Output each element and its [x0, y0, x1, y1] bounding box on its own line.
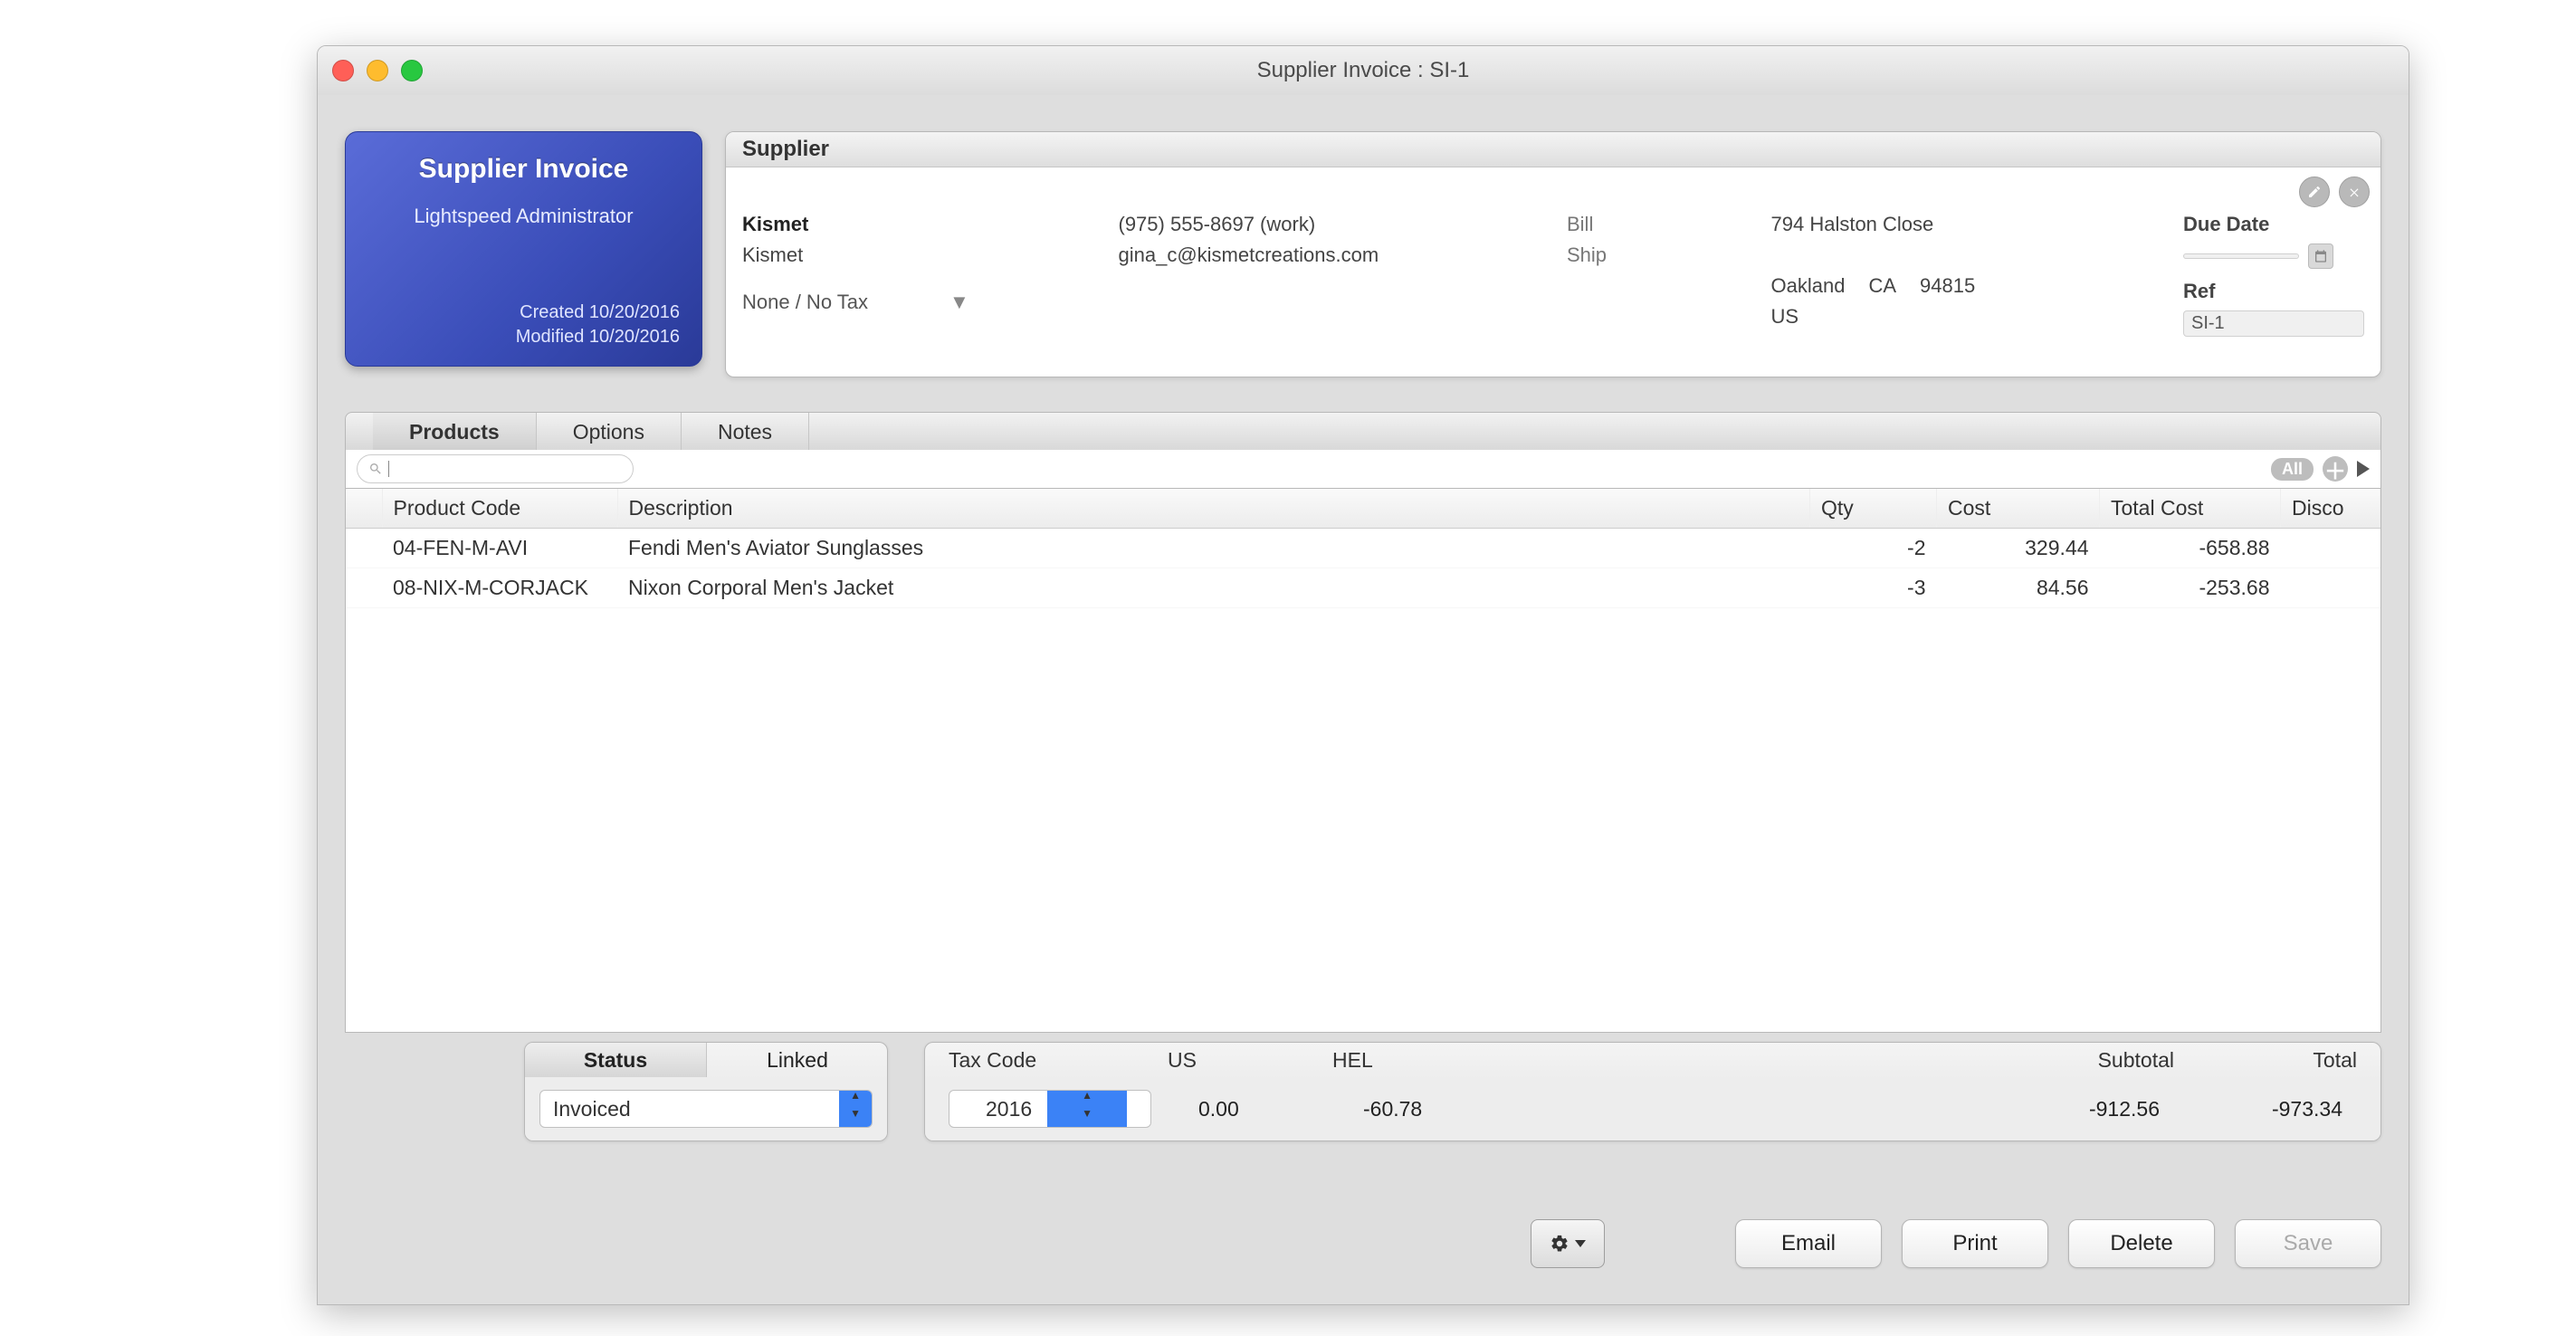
print-button[interactable]: Print: [1902, 1219, 2048, 1268]
created-value: 10/20/2016: [589, 302, 680, 322]
document-type-title: Supplier Invoice: [367, 154, 680, 185]
cell-qty: -2: [1810, 529, 1937, 568]
cell-code: 08-NIX-M-CORJACK: [382, 568, 617, 608]
totals-segment: Tax Code US HEL Subtotal Total 2016 ▲▼: [924, 1042, 2381, 1141]
supplier-name-1: Kismet: [742, 213, 808, 235]
tax-code-label: Tax Code: [925, 1043, 1144, 1077]
tax-code-select[interactable]: 2016 ▲▼: [949, 1090, 1151, 1128]
cell-desc: Nixon Corporal Men's Jacket: [617, 568, 1810, 608]
actions-menu-button[interactable]: [1531, 1219, 1605, 1268]
updown-stepper-icon: ▲▼: [1047, 1091, 1127, 1127]
cell-cost: 84.56: [1937, 568, 2100, 608]
tax-code-select-value: 2016: [973, 1097, 1047, 1121]
supplier-panel-header: Supplier: [726, 132, 2380, 167]
cell-disc: [2281, 529, 2380, 568]
hel-value: -60.78: [1340, 1097, 1522, 1121]
addr-zip: 94815: [1920, 274, 1975, 298]
supplier-email: gina_c@kismetcreations.com: [1119, 243, 1426, 267]
col-qty[interactable]: Qty: [1810, 489, 1937, 529]
due-date-label: Due Date: [2183, 213, 2364, 236]
table-row[interactable]: 04-FEN-M-AVI Fendi Men's Aviator Sunglas…: [346, 529, 2380, 568]
table-header-row: Product Code Description Qty Cost Total …: [346, 489, 2380, 529]
total-label: Total: [2198, 1043, 2380, 1077]
play-next-icon[interactable]: [2357, 461, 2370, 477]
tax-dropdown[interactable]: None / No Tax ▼: [742, 291, 978, 314]
document-user: Lightspeed Administrator: [367, 205, 680, 228]
col-discount[interactable]: Disco: [2281, 489, 2380, 529]
col-product-code[interactable]: Product Code: [382, 489, 617, 529]
search-input[interactable]: [357, 454, 634, 483]
ship-label: Ship: [1567, 243, 1630, 267]
subtotal-value: -912.56: [1991, 1097, 2183, 1121]
search-placeholder: [388, 461, 391, 477]
total-value: -973.34: [2183, 1097, 2366, 1121]
document-info-card: Supplier Invoice Lightspeed Administrato…: [345, 131, 702, 367]
modified-label: Modified: [516, 327, 585, 347]
modified-value: 10/20/2016: [589, 327, 680, 347]
list-toolbar: All ＋: [345, 450, 2381, 488]
due-date-input[interactable]: [2183, 253, 2299, 259]
tax-value: None / No Tax: [742, 291, 868, 314]
delete-button[interactable]: Delete: [2068, 1219, 2215, 1268]
chevron-down-icon: [1575, 1240, 1586, 1247]
subtotal-label: Subtotal: [2006, 1043, 2198, 1077]
cell-desc: Fendi Men's Aviator Sunglasses: [617, 529, 1810, 568]
calendar-icon[interactable]: [2308, 243, 2333, 269]
bill-label: Bill: [1567, 213, 1630, 236]
updown-stepper-icon: ▲▼: [839, 1091, 872, 1127]
ref-label: Ref: [2183, 280, 2364, 303]
cell-qty: -3: [1810, 568, 1937, 608]
tab-notes[interactable]: Notes: [682, 413, 809, 451]
addr-state: CA: [1868, 274, 1896, 298]
supplier-phone: (975) 555-8697 (work): [1119, 213, 1426, 236]
cell-code: 04-FEN-M-AVI: [382, 529, 617, 568]
col-us-label: US: [1144, 1043, 1309, 1077]
ref-input[interactable]: SI-1: [2183, 310, 2364, 337]
col-total[interactable]: Total Cost: [2100, 489, 2281, 529]
status-select[interactable]: Invoiced ▲▼: [539, 1090, 873, 1128]
detail-tabs: Products Options Notes: [345, 412, 2381, 452]
tab-linked[interactable]: Linked: [707, 1043, 888, 1077]
action-bar: Email Print Delete Save: [1531, 1219, 2381, 1268]
col-cost[interactable]: Cost: [1937, 489, 2100, 529]
gear-icon: [1550, 1234, 1569, 1254]
cell-disc: [2281, 568, 2380, 608]
search-icon: [368, 462, 383, 476]
chevron-down-icon: ▼: [949, 291, 969, 314]
tab-status[interactable]: Status: [525, 1043, 707, 1077]
tab-products[interactable]: Products: [373, 413, 537, 451]
status-segment: Status Linked Invoiced ▲▼: [524, 1042, 888, 1141]
cell-total: -253.68: [2100, 568, 2281, 608]
supplier-name-2: Kismet: [742, 243, 978, 267]
email-button[interactable]: Email: [1735, 1219, 1882, 1268]
status-select-value: Invoiced: [540, 1097, 839, 1121]
clear-supplier-icon[interactable]: [2339, 177, 2370, 207]
app-window: Supplier Invoice : SI-1 Supplier Invoice…: [317, 45, 2409, 1305]
filter-all-pill[interactable]: All: [2271, 458, 2314, 481]
table-row[interactable]: 08-NIX-M-CORJACK Nixon Corporal Men's Ja…: [346, 568, 2380, 608]
created-label: Created: [520, 302, 584, 322]
cell-total: -658.88: [2100, 529, 2281, 568]
us-value: 0.00: [1175, 1097, 1340, 1121]
line-items-table: Product Code Description Qty Cost Total …: [345, 488, 2381, 1033]
window-title: Supplier Invoice : SI-1: [318, 58, 2409, 83]
addr-line1: 794 Halston Close: [1771, 213, 2043, 236]
addr-country: US: [1771, 305, 2043, 329]
addr-city: Oakland: [1771, 274, 1846, 298]
titlebar: Supplier Invoice : SI-1: [318, 46, 2409, 96]
supplier-panel: Supplier Kismet Kismet None / No: [725, 131, 2381, 377]
save-button[interactable]: Save: [2235, 1219, 2381, 1268]
cell-cost: 329.44: [1937, 529, 2100, 568]
add-line-button[interactable]: ＋: [2323, 456, 2348, 482]
col-hel-label: HEL: [1309, 1043, 1492, 1077]
tab-options[interactable]: Options: [537, 413, 682, 451]
edit-supplier-icon[interactable]: [2299, 177, 2330, 207]
col-description[interactable]: Description: [617, 489, 1810, 529]
